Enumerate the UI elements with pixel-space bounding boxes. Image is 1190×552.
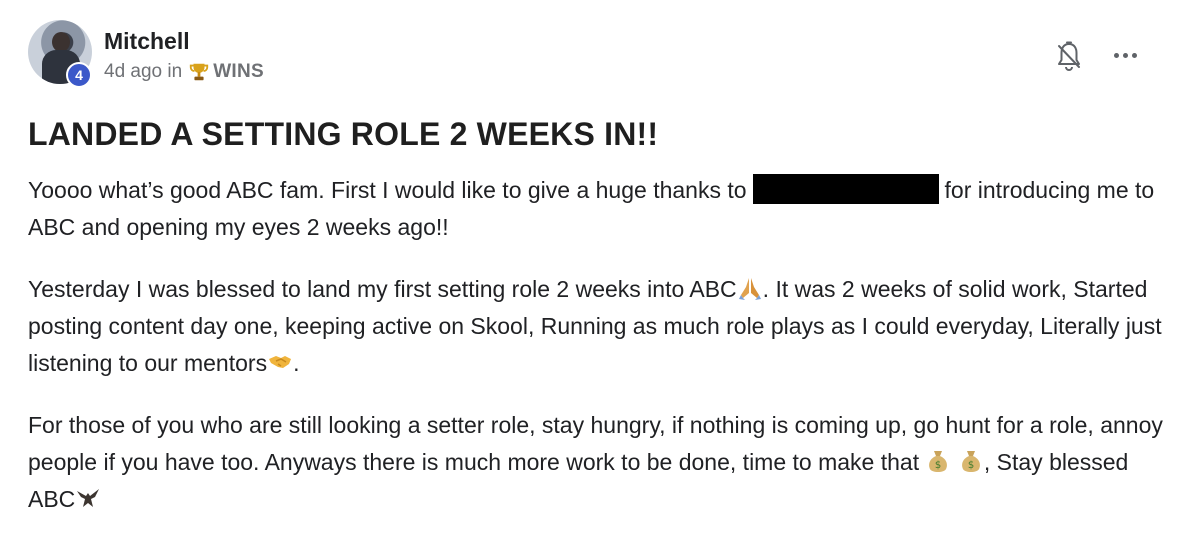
- author-name[interactable]: Mitchell: [104, 28, 190, 55]
- time-ago[interactable]: 4d ago in: [104, 61, 182, 83]
- p2-text-a: Yesterday I was blessed to land my first…: [28, 276, 737, 302]
- level-badge: 4: [66, 62, 92, 88]
- svg-text:$: $: [968, 460, 974, 471]
- paragraph-3: For those of you who are still looking a…: [28, 407, 1168, 518]
- trophy-icon: [188, 61, 210, 83]
- p1-text-a: Yoooo what’s good ABC fam. First I would…: [28, 177, 747, 203]
- bell-off-icon[interactable]: [1056, 40, 1082, 72]
- post-meta: 4d ago in WINS: [104, 61, 264, 83]
- more-dot: [1123, 52, 1128, 58]
- svg-text:$: $: [935, 460, 941, 471]
- more-options-button[interactable]: [1114, 48, 1144, 62]
- post-title: LANDED A SETTING ROLE 2 WEEKS IN!!: [28, 116, 659, 152]
- redacted-name: [752, 174, 939, 204]
- avatar-container[interactable]: 4: [28, 20, 92, 88]
- money-bag-emoji: $: [958, 448, 984, 474]
- post-body: Yoooo what’s good ABC fam. First I would…: [28, 172, 1168, 543]
- paragraph-1: Yoooo what’s good ABC fam. First I would…: [28, 172, 1168, 246]
- post-card: 4 Mitchell 4d ago in WINS LANDED A SETTI: [0, 0, 1190, 552]
- handshake-emoji: [267, 349, 293, 375]
- folded-hands-emoji: [737, 275, 763, 301]
- money-bag-emoji: $: [925, 448, 951, 474]
- more-dot: [1132, 52, 1137, 58]
- category-link[interactable]: WINS: [213, 61, 264, 83]
- avatar-head: [52, 32, 70, 52]
- p2-text-c: .: [293, 350, 300, 376]
- paragraph-2: Yesterday I was blessed to land my first…: [28, 271, 1168, 382]
- more-dot: [1114, 52, 1119, 58]
- eagle-emoji: [75, 485, 101, 511]
